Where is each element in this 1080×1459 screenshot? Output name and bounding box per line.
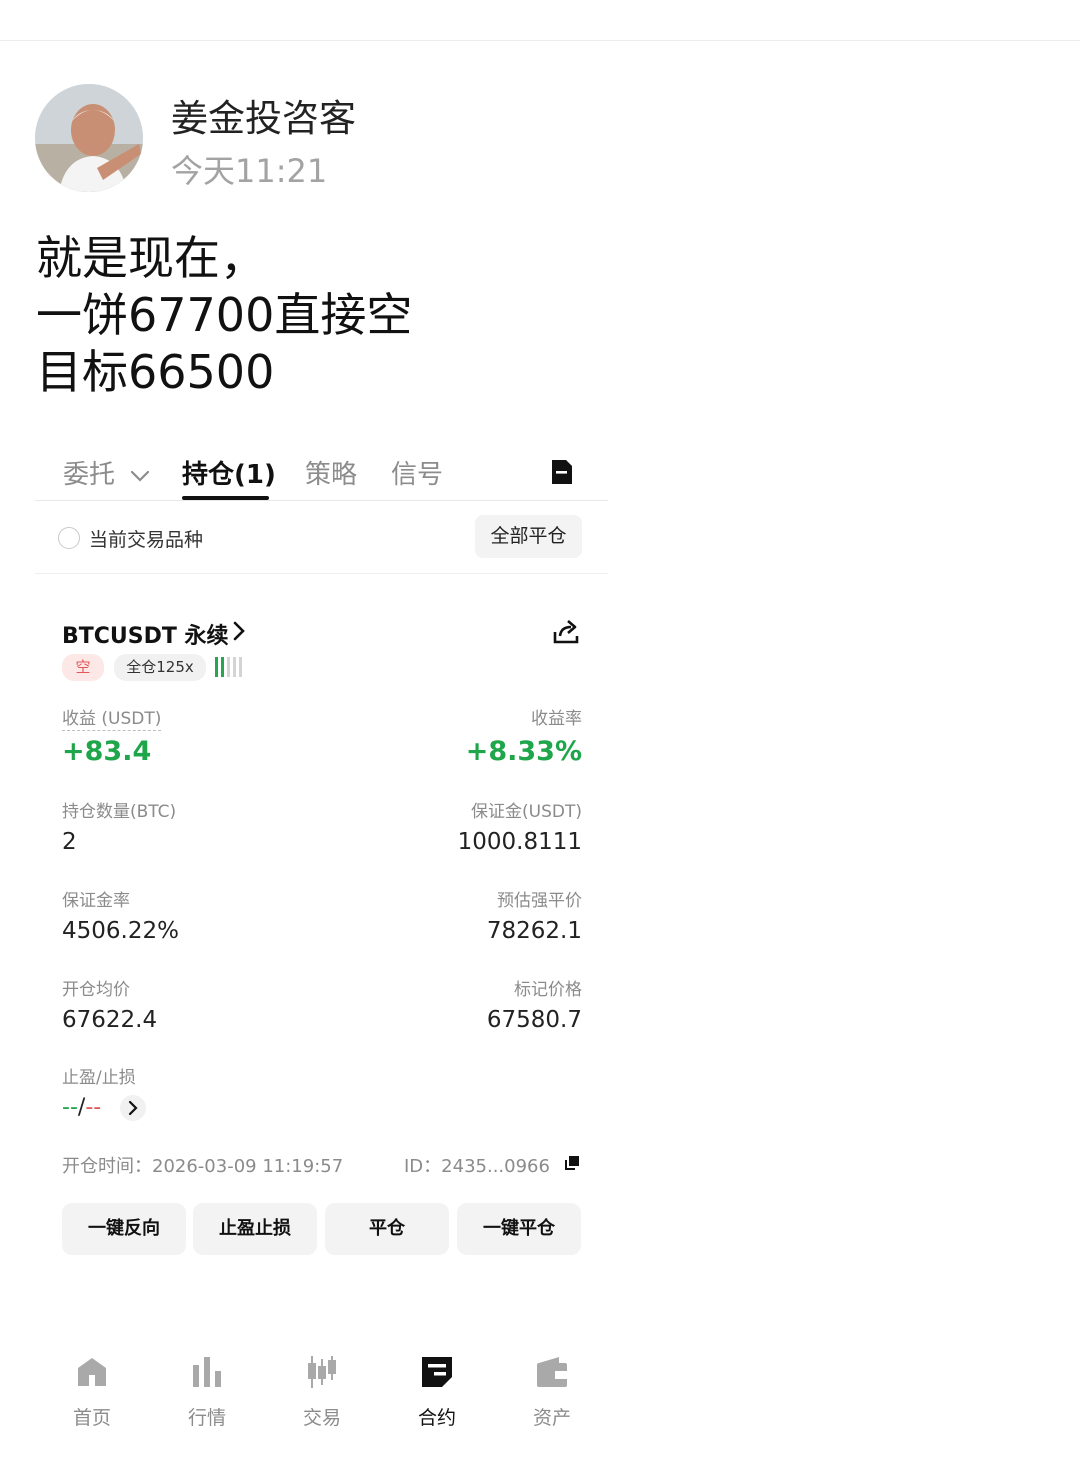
candlestick-icon [308, 1356, 336, 1388]
top-bar [0, 0, 1080, 41]
post-line: 一饼67700直接空 [36, 288, 413, 342]
order-id: ID：2435...0966 [404, 1156, 550, 1177]
filter-row: 当前交易品种 全部平仓 [35, 501, 608, 574]
nav-futures[interactable]: 合约 [397, 1355, 477, 1435]
size-value: 2 [62, 829, 77, 855]
post-text: 就是现在， 一饼67700直接空 目标66500 [36, 230, 636, 401]
tab-positions[interactable]: 持仓(1) [182, 454, 276, 491]
risk-level-bars [215, 657, 245, 679]
position-screenshot-card: 委托 持仓(1) 策略 信号 当前交易品种 全部平仓 BTCUSDT 永续 空 … [35, 440, 608, 1320]
pnl-label: 收益 (USDT) [62, 709, 162, 731]
margin-ratio-label: 保证金率 [62, 891, 130, 911]
take-profit-value: -- [62, 1095, 78, 1120]
mark-price-label: 标记价格 [514, 980, 582, 1000]
roe-label: 收益率 [531, 709, 582, 729]
tab-signals[interactable]: 信号 [391, 454, 443, 491]
nav-trade[interactable]: 交易 [282, 1355, 362, 1435]
nav-market-label: 行情 [187, 1407, 226, 1429]
margin-label: 保证金(USDT) [471, 802, 582, 822]
active-tab-indicator [182, 496, 269, 500]
open-time: 开仓时间：2026-03-09 11:19:57 [62, 1156, 344, 1177]
share-icon[interactable] [552, 618, 580, 646]
copy-icon[interactable] [564, 1155, 580, 1171]
margin-ratio-value: 4506.22% [62, 918, 179, 944]
nav-home[interactable]: 首页 [52, 1355, 132, 1435]
wallet-icon [537, 1357, 567, 1387]
roe-value: +8.33% [465, 736, 582, 767]
post-author-header: 姜金投咨客 今天11:21 [35, 84, 635, 194]
avatar[interactable] [35, 84, 143, 192]
close-position-button[interactable]: 平仓 [325, 1203, 449, 1255]
document-icon[interactable] [550, 458, 574, 486]
tpsl-label: 止盈/止损 [62, 1068, 136, 1088]
position-symbol[interactable]: BTCUSDT 永续 [62, 618, 229, 650]
position-tabs: 委托 持仓(1) 策略 信号 [35, 440, 608, 501]
reverse-position-button[interactable]: 一键反向 [62, 1203, 186, 1255]
current-symbol-label[interactable]: 当前交易品种 [89, 525, 203, 552]
tpsl-button[interactable]: 止盈止损 [193, 1203, 317, 1255]
entry-price-value: 67622.4 [62, 1007, 158, 1033]
tpsl-value: --/-- [62, 1095, 101, 1120]
side-badge: 空 [62, 654, 104, 681]
nav-futures-label: 合约 [417, 1407, 456, 1429]
tab-orders[interactable]: 委托 [63, 454, 151, 491]
liq-price-label: 预估强平价 [497, 891, 582, 911]
margin-value: 1000.8111 [457, 829, 582, 855]
leverage-badge[interactable]: 全仓125x [114, 654, 206, 681]
home-icon [78, 1358, 106, 1386]
bottom-nav: 首页 行情 交易 合约 资产 [35, 1355, 608, 1435]
post-line: 目标66500 [36, 345, 275, 399]
chevron-right-icon[interactable] [232, 620, 246, 642]
size-label: 持仓数量(BTC) [62, 802, 177, 822]
nav-assets[interactable]: 资产 [512, 1355, 592, 1435]
tab-strategy[interactable]: 策略 [305, 454, 357, 491]
post-time: 今天11:21 [171, 152, 328, 190]
nav-trade-label: 交易 [302, 1407, 341, 1429]
market-chart-icon [193, 1357, 221, 1387]
close-all-button[interactable]: 全部平仓 [475, 515, 582, 558]
futures-icon [422, 1357, 452, 1387]
quick-close-button[interactable]: 一键平仓 [457, 1203, 581, 1255]
nav-assets-label: 资产 [532, 1407, 571, 1429]
author-name[interactable]: 姜金投咨客 [171, 88, 356, 142]
mark-price-value: 67580.7 [486, 1007, 582, 1033]
stop-loss-value: -- [85, 1095, 102, 1120]
tpsl-edit-button[interactable] [120, 1095, 146, 1121]
liq-price-value: 78262.1 [486, 918, 582, 944]
pnl-value: +83.4 [62, 736, 152, 767]
chevron-right-icon [128, 1100, 138, 1116]
current-symbol-radio[interactable] [58, 527, 80, 549]
entry-price-label: 开仓均价 [62, 980, 130, 1000]
chevron-down-icon [131, 470, 150, 482]
nav-market[interactable]: 行情 [167, 1355, 247, 1435]
nav-home-label: 首页 [72, 1407, 111, 1429]
post-line: 就是现在， [36, 231, 266, 285]
tab-orders-label: 委托 [63, 460, 116, 490]
